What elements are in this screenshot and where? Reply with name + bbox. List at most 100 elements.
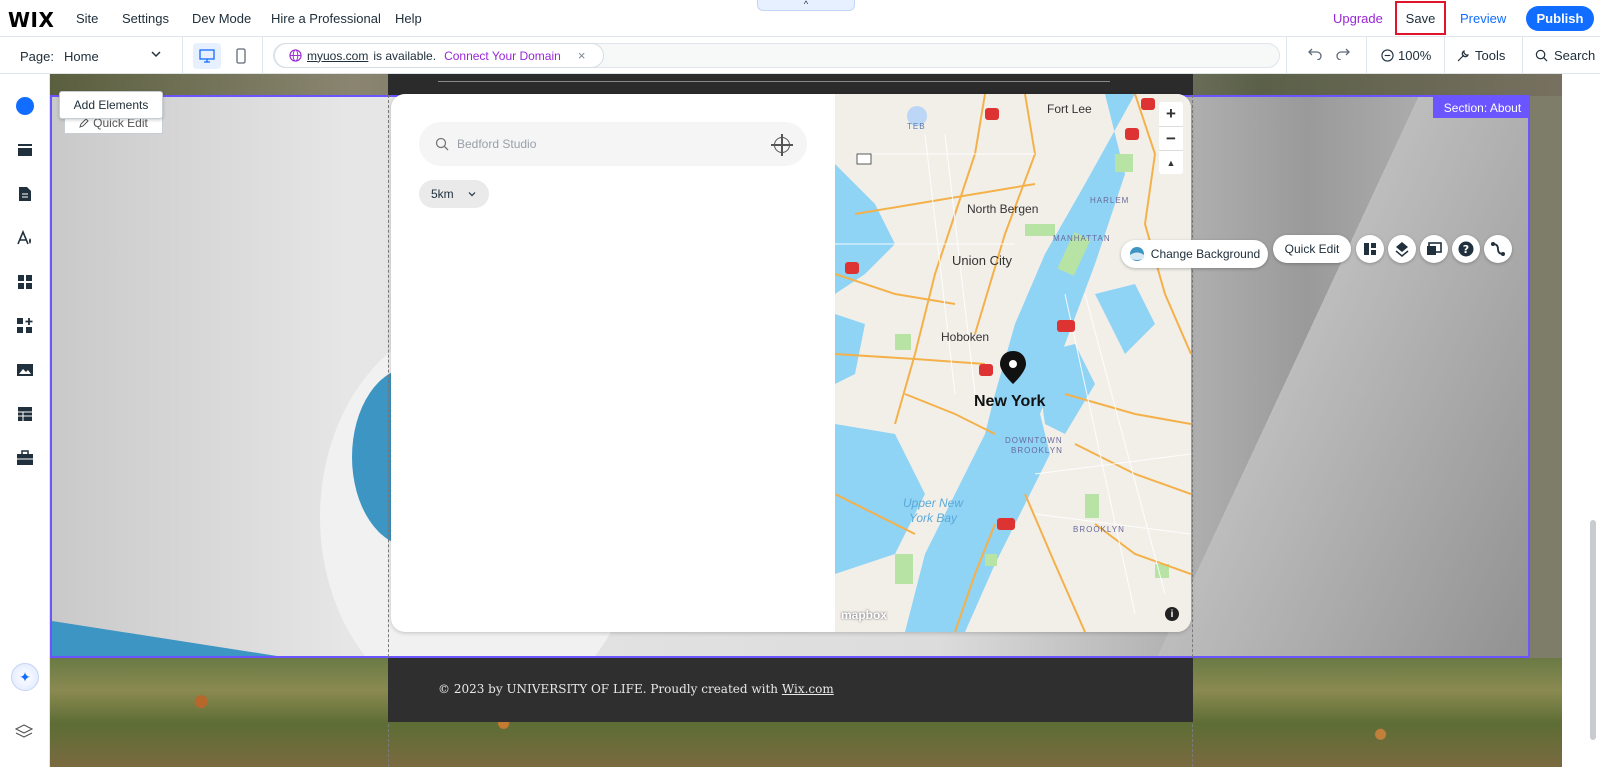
map-graphic xyxy=(835,94,1191,632)
tools-icon xyxy=(1457,49,1469,61)
menu-settings[interactable]: Settings xyxy=(122,11,169,26)
change-background-label: Change Background xyxy=(1150,247,1261,261)
cms-icon[interactable] xyxy=(13,402,37,426)
domain-bar: myuos.com is available. Connect Your Dom… xyxy=(273,43,1280,68)
desktop-view-button[interactable] xyxy=(193,43,221,69)
upgrade-link[interactable]: Upgrade xyxy=(1333,11,1383,26)
radius-value: 5km xyxy=(431,187,454,201)
tools-label: Tools xyxy=(1475,48,1506,63)
radius-dropdown[interactable]: 5km xyxy=(419,180,489,208)
animation-icon[interactable] xyxy=(1484,235,1512,263)
map-water-label-line: Upper New xyxy=(903,496,964,510)
mobile-view-button[interactable] xyxy=(229,43,253,69)
locate-me-icon[interactable] xyxy=(771,134,793,156)
divider xyxy=(182,37,183,74)
preview-button[interactable]: Preview xyxy=(1460,11,1506,26)
map-label: Union City xyxy=(952,253,1012,268)
redo-icon[interactable] xyxy=(1335,46,1351,65)
footer-text: © 2023 by UNIVERSITY OF LIFE. Proudly cr… xyxy=(438,682,834,696)
globe-icon xyxy=(289,49,302,62)
menu-help[interactable]: Help xyxy=(395,11,422,26)
search-button[interactable]: Search xyxy=(1535,48,1595,63)
menu-site[interactable]: Site xyxy=(76,11,98,26)
map-label: BROOKLYN xyxy=(1011,446,1063,455)
ai-assistant-icon[interactable]: ✦ xyxy=(11,663,39,691)
site-footer: © 2023 by UNIVERSITY OF LIFE. Proudly cr… xyxy=(388,658,1193,722)
pencil-icon xyxy=(79,118,89,128)
save-button[interactable]: Save xyxy=(1395,1,1446,35)
layout-icon[interactable] xyxy=(1356,235,1384,263)
media-icon[interactable] xyxy=(13,358,37,382)
section-tag[interactable]: Section: About xyxy=(1433,97,1528,118)
settings-panel-icon[interactable] xyxy=(1420,235,1448,263)
divider xyxy=(1522,37,1523,74)
map-label: MANHATTAN xyxy=(1053,234,1111,243)
map-water-label: Upper New York Bay xyxy=(903,496,963,526)
background-icon xyxy=(1129,247,1144,261)
store-locator-widget[interactable]: Bedford Studio 5km Fort Lee TEB North Be… xyxy=(391,94,1191,632)
layers-icon[interactable] xyxy=(14,724,34,745)
domain-notice: myuos.com is available. Connect Your Dom… xyxy=(274,43,604,68)
wix-logo[interactable]: WIX xyxy=(8,8,54,32)
domain-link[interactable]: myuos.com xyxy=(307,49,368,63)
divider-line xyxy=(438,81,1110,82)
quick-edit-button[interactable]: Quick Edit xyxy=(1273,235,1351,263)
map-label: HARLEM xyxy=(1090,196,1130,205)
location-search-input[interactable]: Bedford Studio xyxy=(419,122,807,166)
zoom-level: 100% xyxy=(1398,48,1432,63)
apps-icon[interactable] xyxy=(13,270,37,294)
map-label: New York xyxy=(974,393,1046,410)
divider xyxy=(1444,37,1445,74)
map-zoom-out-button[interactable]: − xyxy=(1159,126,1183,150)
map-label: Fort Lee xyxy=(1047,102,1092,116)
map[interactable]: Fort Lee TEB North Bergen HARLEM MANHATT… xyxy=(835,94,1191,632)
collapse-topbar-button[interactable]: ^ xyxy=(757,0,855,11)
editor-toolbar: Page: Home myuos.com is available. Conne… xyxy=(0,37,1600,74)
map-label: Hoboken xyxy=(941,330,990,344)
zoom-control[interactable]: 100% xyxy=(1381,48,1431,63)
map-label: TEB xyxy=(907,122,926,131)
business-icon[interactable] xyxy=(13,446,37,470)
sections-icon[interactable] xyxy=(13,138,37,162)
help-icon[interactable]: ? xyxy=(1452,235,1480,263)
svg-text:?: ? xyxy=(1463,243,1469,256)
close-icon[interactable]: × xyxy=(578,48,586,63)
menu-dev-mode[interactable]: Dev Mode xyxy=(192,11,251,26)
tools-button[interactable]: Tools xyxy=(1456,48,1505,63)
divider xyxy=(1366,37,1367,74)
header-strip xyxy=(388,74,1193,95)
info-icon[interactable]: i xyxy=(1165,607,1179,621)
search-label: Search xyxy=(1554,48,1596,63)
domain-available-text: is available. xyxy=(373,48,437,63)
page-selector[interactable]: Home xyxy=(64,49,99,64)
scrollbar-thumb[interactable] xyxy=(1590,520,1596,740)
add-apps-icon[interactable] xyxy=(13,314,37,338)
editor-canvas: Section: About Bedford Studio 5km Fort L… xyxy=(50,74,1562,767)
footer-copyright: © 2023 by UNIVERSITY OF LIFE. Proudly cr… xyxy=(438,682,782,696)
undo-icon[interactable] xyxy=(1307,46,1323,65)
change-background-button[interactable]: Change Background xyxy=(1121,240,1268,268)
left-rail: ✦ xyxy=(0,74,50,767)
map-label: DOWNTOWN xyxy=(1005,436,1063,445)
search-placeholder: Bedford Studio xyxy=(457,137,537,151)
zoom-out-icon xyxy=(1381,49,1394,62)
mapbox-logo[interactable]: mapbox xyxy=(841,608,887,622)
chevron-down-icon xyxy=(468,192,476,197)
footer-wix-link[interactable]: Wix.com xyxy=(782,682,834,696)
publish-button[interactable]: Publish xyxy=(1526,6,1594,31)
connect-domain-link[interactable]: Connect Your Domain xyxy=(444,49,561,63)
menu-hire-professional[interactable]: Hire a Professional xyxy=(271,11,381,26)
map-zoom-in-button[interactable]: + xyxy=(1159,102,1183,126)
compass-icon[interactable]: ▲ xyxy=(1159,150,1183,174)
design-icon[interactable] xyxy=(13,226,37,250)
add-elements-icon[interactable] xyxy=(13,94,37,118)
chevron-down-icon[interactable] xyxy=(150,48,162,63)
arrange-icon[interactable] xyxy=(1388,235,1416,263)
mobile-icon xyxy=(236,48,246,64)
page-label: Page: xyxy=(20,49,54,64)
desktop-icon xyxy=(199,49,215,63)
background-shape xyxy=(1152,97,1528,656)
search-icon xyxy=(435,137,449,151)
divider xyxy=(1286,37,1287,74)
pages-icon[interactable] xyxy=(13,182,37,206)
